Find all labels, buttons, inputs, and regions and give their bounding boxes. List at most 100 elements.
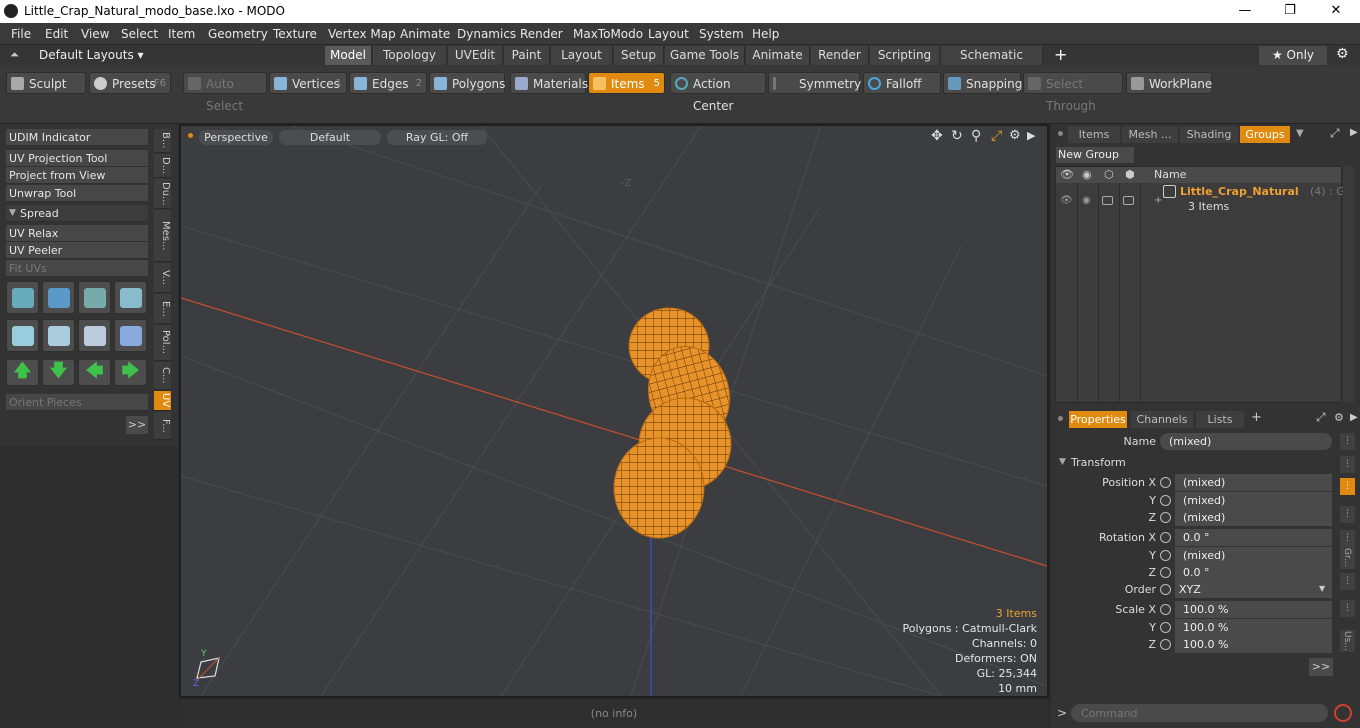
collapse-arrow-icon[interactable]: ▼: [9, 208, 16, 218]
uv-rotate-icon[interactable]: [42, 281, 75, 314]
menu-geometry[interactable]: Geometry: [208, 27, 268, 41]
vtab-mes[interactable]: Mes...: [154, 210, 171, 262]
tab-model[interactable]: Model: [325, 46, 372, 65]
menu-item[interactable]: Item: [168, 27, 195, 41]
transform-collapse-icon[interactable]: ▼: [1059, 457, 1066, 467]
scale-x-field[interactable]: 100.0 %: [1175, 601, 1332, 618]
pan-icon[interactable]: ✥: [931, 128, 943, 144]
snapping-button[interactable]: Snapping: [943, 72, 1022, 94]
tab-groups[interactable]: Groups: [1240, 126, 1290, 143]
tab-items[interactable]: Items: [1068, 126, 1120, 143]
items-button[interactable]: Items 5: [588, 72, 665, 94]
symmetry-button[interactable]: Symmetry: [768, 72, 861, 94]
rotate-icon[interactable]: ↻: [951, 128, 963, 144]
transform-section[interactable]: Transform: [1071, 456, 1126, 469]
arrow-down-icon[interactable]: 🡇: [42, 359, 75, 386]
side-tab-us[interactable]: Us...: [1340, 630, 1355, 652]
position-z-field[interactable]: (mixed): [1175, 509, 1332, 526]
uv-projection-tool-button[interactable]: UV Projection Tool: [6, 150, 148, 167]
side-button-2[interactable]: ⋮: [1340, 456, 1355, 473]
only-toggle[interactable]: ★ Only: [1259, 46, 1327, 65]
menu-vertex-map[interactable]: Vertex Map: [328, 27, 396, 41]
tab-render[interactable]: Render: [811, 46, 869, 65]
rotation-z-key-icon[interactable]: [1160, 567, 1171, 578]
vtab-b[interactable]: B...: [154, 129, 171, 153]
rotation-x-key-icon[interactable]: [1160, 532, 1171, 543]
vtab-pol[interactable]: Pol...: [154, 325, 171, 361]
menu-maxtomodo[interactable]: MaxToModo: [573, 27, 643, 41]
uv-square-icon[interactable]: [114, 319, 147, 352]
vtab-uv[interactable]: UV: [154, 391, 171, 411]
vtab-c[interactable]: C...: [154, 362, 171, 390]
vertices-button[interactable]: Vertices 1: [269, 72, 347, 94]
materials-button[interactable]: Materials: [510, 72, 588, 94]
menu-view[interactable]: View: [81, 27, 109, 41]
tab-game-tools[interactable]: Game Tools: [665, 46, 745, 65]
udim-indicator-button[interactable]: UDIM Indicator: [6, 129, 148, 146]
position-x-key-icon[interactable]: [1160, 477, 1171, 488]
menu-render[interactable]: Render: [520, 27, 563, 41]
viewport-settings-icon[interactable]: ⚙: [1009, 128, 1021, 143]
render-column-icon[interactable]: ◉: [1082, 168, 1092, 181]
uv-box-icon[interactable]: [114, 281, 147, 314]
properties-menu-dot[interactable]: [1058, 416, 1063, 421]
scale-z-key-icon[interactable]: [1160, 639, 1171, 650]
uv-cube-icon[interactable]: [6, 319, 39, 352]
render-icon[interactable]: ◉: [1082, 195, 1091, 206]
3d-viewport[interactable]: -Z Y Z Perspective Default Ray GL: Off ✥…: [179, 124, 1049, 698]
rotation-x-field[interactable]: 0.0 °: [1175, 529, 1332, 546]
side-button-6[interactable]: ⋮: [1340, 600, 1355, 617]
tab-mesh[interactable]: Mesh ...: [1122, 126, 1178, 143]
scale-y-key-icon[interactable]: [1160, 622, 1171, 633]
tab-topology[interactable]: Topology: [373, 46, 447, 65]
menu-help[interactable]: Help: [752, 27, 779, 41]
command-input[interactable]: [1071, 704, 1328, 722]
vtab-e[interactable]: E...: [154, 294, 171, 324]
minimize-button[interactable]: —: [1222, 0, 1268, 23]
action-center-button[interactable]: Action Center: [670, 72, 766, 113]
perspective-button[interactable]: Perspective: [199, 130, 273, 145]
groups-scrollbar[interactable]: [1343, 166, 1354, 403]
polygons-button[interactable]: Polygons: [429, 72, 505, 94]
tab-lists[interactable]: Lists: [1196, 411, 1244, 428]
visibility-icon[interactable]: 👁: [1060, 195, 1073, 206]
scale-y-field[interactable]: 100.0 %: [1175, 619, 1332, 636]
orient-pieces-button[interactable]: Orient Pieces: [6, 394, 148, 411]
order-dropdown-icon[interactable]: ▼: [1319, 584, 1325, 593]
side-button-active[interactable]: ⋮: [1340, 478, 1355, 495]
position-x-field[interactable]: (mixed): [1175, 474, 1332, 491]
default-layouts-dropdown[interactable]: Default Layouts ▾: [39, 48, 144, 62]
zoom-icon[interactable]: ⚲: [971, 128, 981, 144]
name-column-header[interactable]: Name: [1154, 168, 1186, 181]
tab-scripting[interactable]: Scripting: [870, 46, 940, 65]
tab-paint[interactable]: Paint: [504, 46, 550, 65]
side-tab-gr[interactable]: Gr...: [1340, 545, 1355, 569]
add-properties-tab-button[interactable]: +: [1251, 410, 1262, 425]
add-tab-button[interactable]: +: [1054, 45, 1067, 64]
vtab-du[interactable]: Du...: [154, 179, 171, 209]
panel-arrow-icon[interactable]: ▶: [1350, 127, 1358, 138]
tab-properties[interactable]: Properties: [1069, 411, 1127, 428]
menu-layout[interactable]: Layout: [648, 27, 689, 41]
layout-arrow-icon[interactable]: ⏶: [10, 48, 19, 62]
tab-shading[interactable]: Shading: [1180, 126, 1238, 143]
fit-uvs-button[interactable]: Fit UVs: [6, 260, 148, 277]
maximize-viewport-icon[interactable]: ⤢: [991, 128, 1002, 144]
uv-grid-icon[interactable]: [42, 319, 75, 352]
side-button-5[interactable]: ⋮: [1340, 573, 1355, 590]
tab-schematic-fusion[interactable]: Schematic Fusion: [941, 46, 1043, 81]
expand-icon[interactable]: +: [1154, 195, 1162, 206]
unwrap-tool-button[interactable]: Unwrap Tool: [6, 185, 148, 202]
select-through-button[interactable]: Select Through: [1023, 72, 1123, 113]
uv-move-icon[interactable]: [78, 281, 111, 314]
select-column-icon[interactable]: ⬢: [1125, 168, 1135, 181]
wireframe-mesh[interactable]: [613, 307, 740, 539]
uv-transform-icon[interactable]: [6, 281, 39, 314]
group-name[interactable]: Little_Crap_Natural: [1180, 185, 1299, 198]
lock-column-icon[interactable]: ⬡: [1104, 168, 1114, 181]
tab-channels[interactable]: Channels: [1131, 411, 1193, 428]
auto-select-button[interactable]: Auto Select: [183, 72, 267, 113]
menu-dynamics[interactable]: Dynamics: [457, 27, 516, 41]
gear-icon[interactable]: ⚙: [1336, 46, 1349, 62]
rotation-y-key-icon[interactable]: [1160, 550, 1171, 561]
